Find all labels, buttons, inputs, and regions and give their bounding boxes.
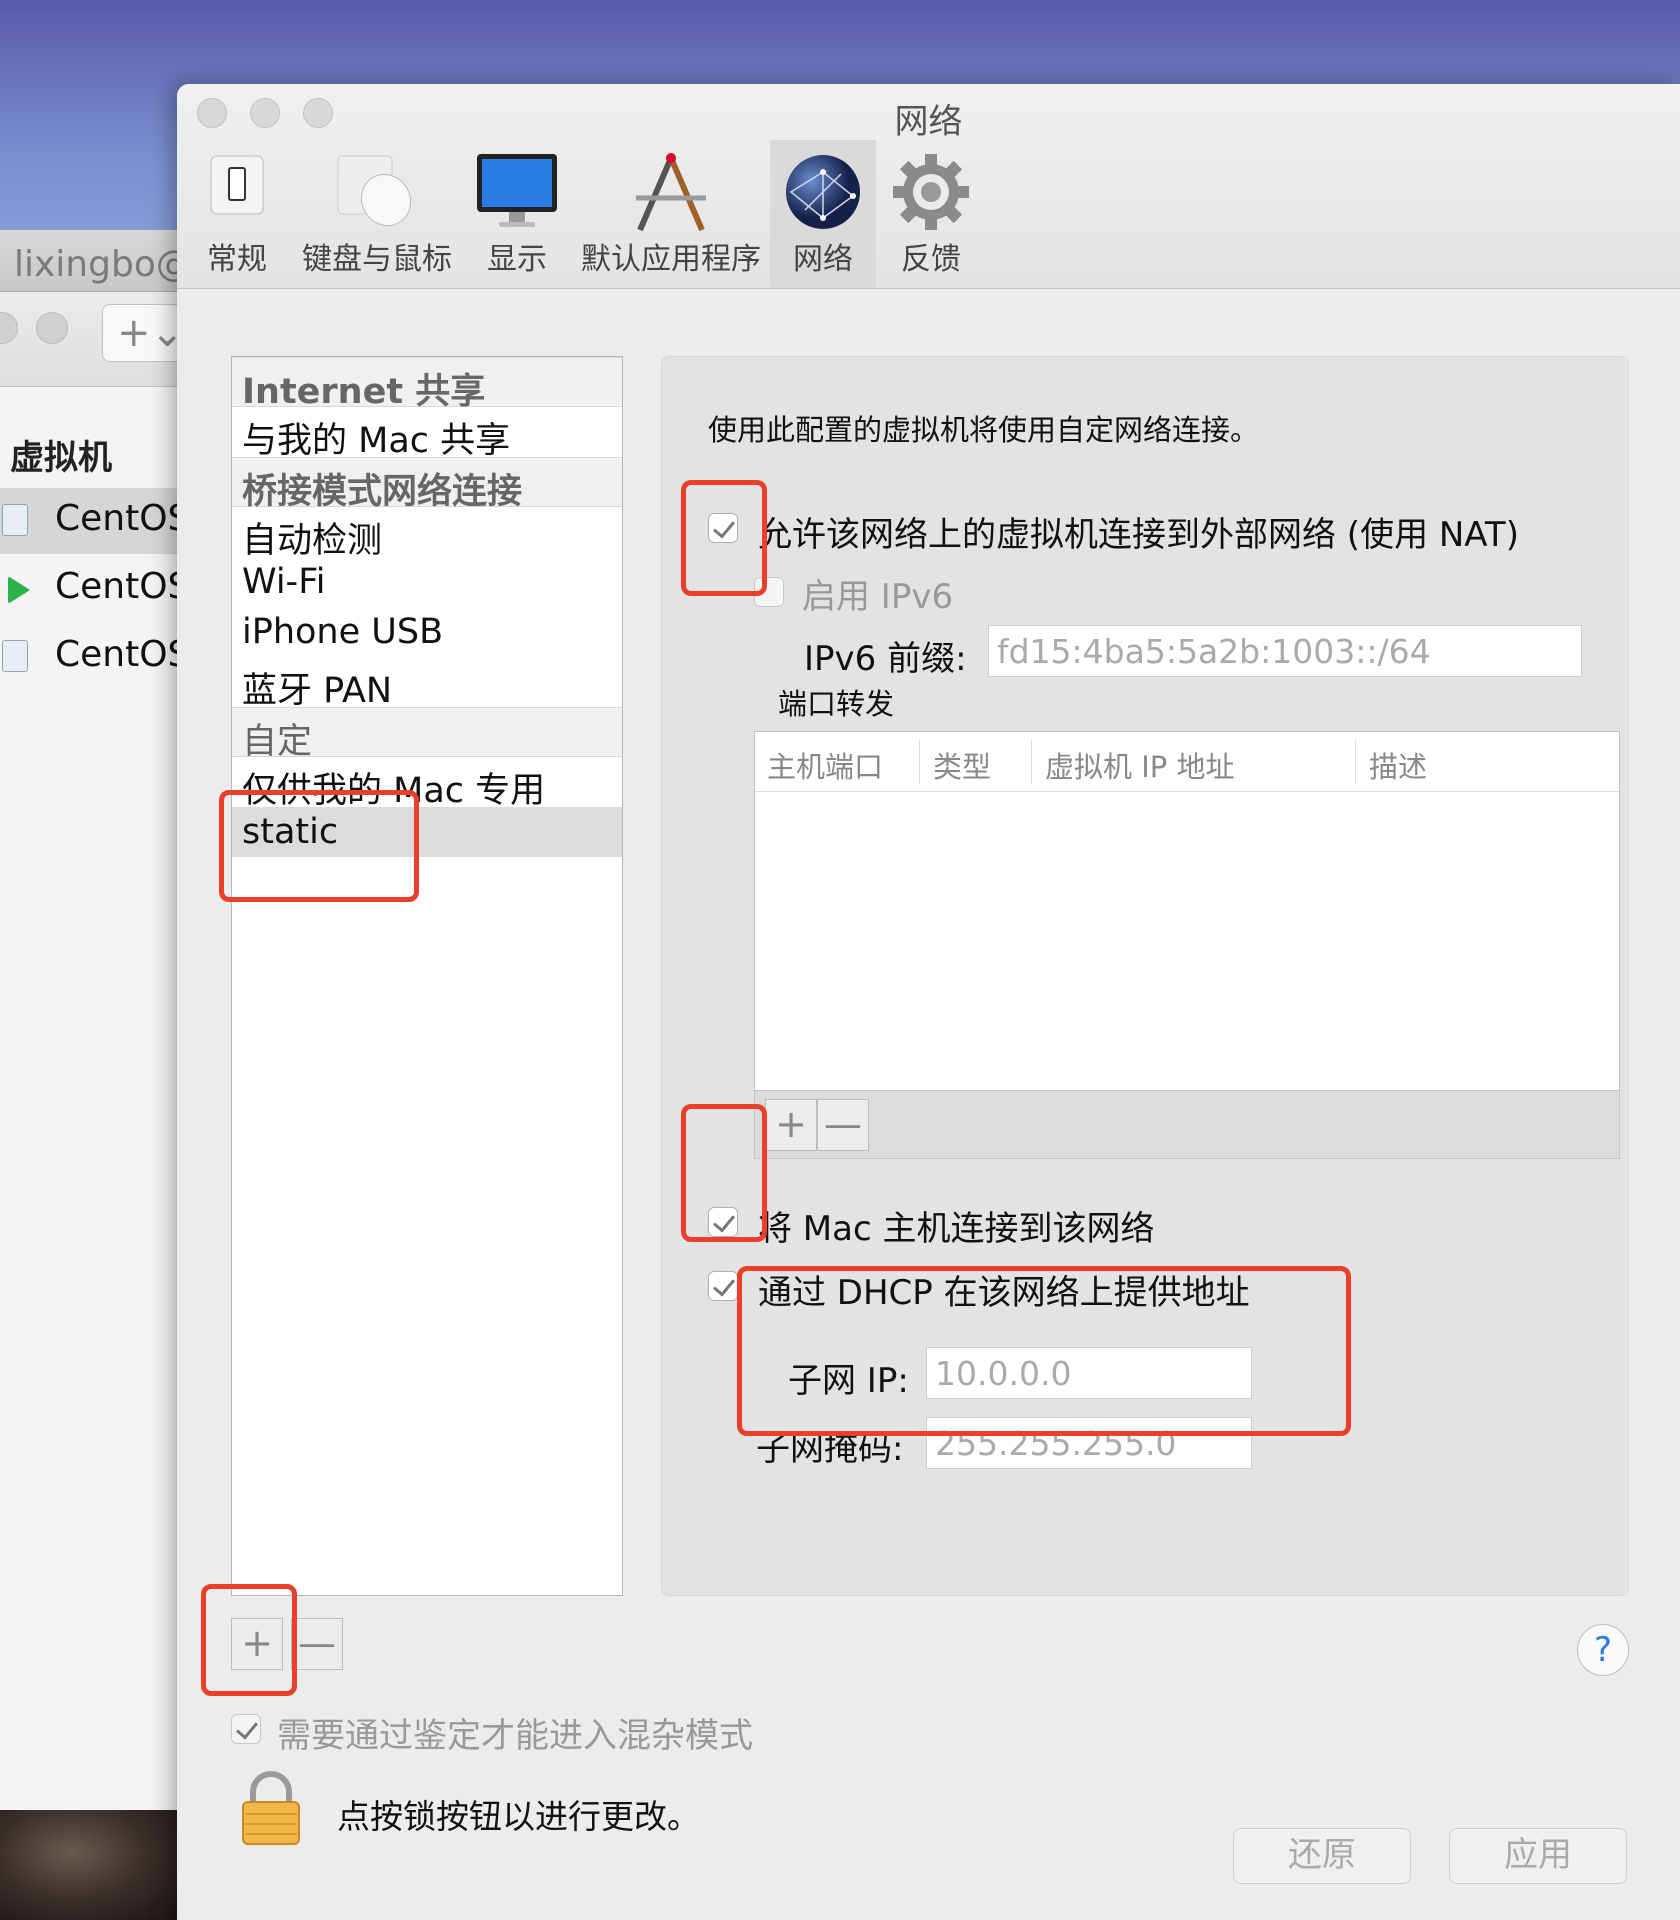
highlight-box-static (219, 790, 419, 902)
nat-label: 允许该网络上的虚拟机连接到外部网络 (使用 NAT) (758, 515, 1519, 555)
highlight-box-nat (681, 480, 767, 596)
dhcp-checkbox[interactable] (708, 1271, 738, 1301)
vm-section-header: 虚拟机 (10, 438, 112, 478)
ipv6-prefix-field[interactable]: fd15:4ba5:5a2b:1003::/64 (988, 625, 1582, 677)
list-item-autodetect[interactable]: 自动检测 (232, 507, 622, 561)
highlight-box-add (201, 1584, 297, 1696)
background-app-window: lixingbo@l +⌄ 虚拟机 CentOS CentOS CentOS (0, 230, 200, 1810)
ipv6-prefix-label: IPv6 前缀: (804, 639, 967, 679)
remove-network-button[interactable]: — (291, 1618, 343, 1670)
lock-hint-text: 点按锁按钮以进行更改。 (337, 1797, 700, 1836)
network-list: Internet 共享 与我的 Mac 共享 桥接模式网络连接 自动检测 Wi-… (231, 356, 623, 1596)
promiscuous-checkbox[interactable] (231, 1714, 261, 1744)
vm-list-item[interactable]: CentOS (0, 488, 200, 554)
list-header-internet-sharing: Internet 共享 (232, 357, 622, 412)
toolbar-general[interactable]: 常规 (197, 140, 277, 288)
phone-icon (210, 155, 264, 215)
list-item-wifi[interactable]: Wi-Fi (232, 557, 622, 607)
ipv6-label: 启用 IPv6 (802, 577, 954, 617)
gear-icon (893, 154, 969, 230)
highlight-box-dhcp (681, 1104, 767, 1242)
toolbar-default-apps[interactable]: 默认应用程序 (581, 140, 761, 288)
window-title: 网络 (894, 102, 963, 142)
revert-button[interactable]: 还原 (1233, 1828, 1411, 1884)
lock-icon[interactable] (241, 1770, 301, 1846)
monitor-icon (477, 154, 557, 227)
add-port-rule-button[interactable]: + (765, 1099, 817, 1151)
port-forwarding-header: 主机端口 类型 虚拟机 IP 地址 描述 (755, 732, 1619, 792)
port-forwarding-footer: + — (754, 1091, 1620, 1159)
app-icon (636, 153, 706, 232)
vm-paused-icon (2, 504, 28, 536)
list-item-bluetooth-pan[interactable]: 蓝牙 PAN (232, 657, 622, 711)
toolbar-feedback[interactable]: 反馈 (883, 140, 979, 288)
bg-window-dot (36, 312, 68, 344)
toolbar-keyboard-mouse[interactable]: 键盘与鼠标 (297, 140, 457, 288)
connect-mac-label: 将 Mac 主机连接到该网络 (758, 1209, 1155, 1249)
list-header-bridged: 桥接模式网络连接 (232, 457, 622, 512)
window-titlebar: 网络 常规 键盘与鼠标 显示 默认应用程序 网络 反馈 (177, 84, 1680, 289)
list-header-custom: 自定 (232, 707, 622, 762)
list-item-iphone-usb[interactable]: iPhone USB (232, 607, 622, 657)
apply-button[interactable]: 应用 (1449, 1828, 1627, 1884)
preferences-window: 网络 常规 键盘与鼠标 显示 默认应用程序 网络 反馈 Internet 共享 … (177, 84, 1680, 1920)
vm-list-item[interactable]: CentOS (0, 624, 200, 690)
promiscuous-label: 需要通过鉴定才能进入混杂模式 (277, 1716, 753, 1756)
background-app-toolbar: +⌄ (0, 292, 200, 387)
desktop-wallpaper-rock (0, 1808, 180, 1920)
column-description[interactable]: 描述 (1369, 744, 1427, 786)
toolbar-network[interactable]: 网络 (770, 140, 876, 288)
mouse-icon (337, 155, 412, 227)
toolbar-display[interactable]: 显示 (467, 140, 567, 288)
globe-icon (786, 155, 860, 229)
background-app-title: lixingbo@l (0, 230, 200, 292)
bg-window-dot (0, 312, 18, 344)
vm-paused-icon (2, 640, 28, 672)
column-vm-ip[interactable]: 虚拟机 IP 地址 (1045, 744, 1234, 786)
list-item-share-with-mac[interactable]: 与我的 Mac 共享 (232, 407, 622, 461)
column-type[interactable]: 类型 (933, 744, 991, 786)
help-button[interactable]: ? (1577, 1624, 1629, 1676)
config-description: 使用此配置的虚拟机将使用自定网络连接。 (708, 413, 1260, 447)
remove-port-rule-button[interactable]: — (817, 1099, 869, 1151)
vm-list-item[interactable]: CentOS (0, 556, 200, 622)
port-forwarding-table: 主机端口 类型 虚拟机 IP 地址 描述 (754, 731, 1620, 1091)
highlight-box-subnet (737, 1266, 1351, 1436)
port-forwarding-label: 端口转发 (778, 687, 895, 721)
column-host-port[interactable]: 主机端口 (767, 744, 883, 786)
vm-running-icon (8, 576, 30, 604)
